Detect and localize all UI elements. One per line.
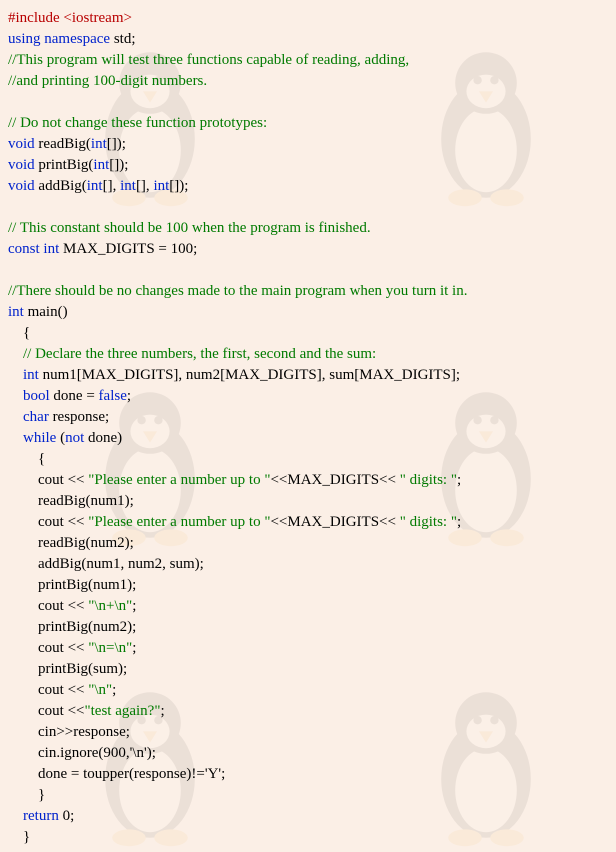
return-rest: 0;: [59, 808, 74, 824]
fn-main: main(): [24, 304, 68, 320]
arr-mid: [],: [136, 178, 154, 194]
string-literal: " digits: ": [400, 472, 457, 488]
string-literal: "test again?": [85, 703, 161, 719]
kw-using: using: [8, 31, 41, 47]
kw-char: char: [23, 409, 49, 425]
cout: cout <<: [38, 472, 88, 488]
arr-mid: [],: [103, 178, 121, 194]
semi: ;: [132, 640, 136, 656]
kw-namespace: namespace: [44, 31, 110, 47]
stmt: readBig(num2);: [38, 535, 134, 551]
string-literal: "\n+\n": [88, 598, 132, 614]
fn-proto: printBig(: [35, 157, 94, 173]
cout: cout <<: [38, 598, 88, 614]
string-literal: "Please enter a number up to ": [88, 514, 270, 530]
paren: (: [56, 430, 65, 446]
std-stmt: std;: [110, 31, 135, 47]
kw-int: int: [93, 157, 109, 173]
stmt: done = toupper(response)!='Y';: [38, 766, 225, 782]
code-block: #include <iostream> using namespace std;…: [8, 8, 608, 848]
stmt: printBig(num2);: [38, 619, 136, 635]
stmt: printBig(sum);: [38, 661, 127, 677]
kw-return: return: [23, 808, 59, 824]
kw-int: int: [153, 178, 169, 194]
cout: cout <<: [38, 640, 88, 656]
arr-close: []);: [107, 136, 126, 152]
cout: cout <<: [38, 514, 88, 530]
stmt: cin.ignore(900,'\n');: [38, 745, 156, 761]
brace-open: {: [23, 325, 30, 341]
kw-const: const: [8, 241, 40, 257]
fn-proto: addBig(: [35, 178, 87, 194]
comment-line: //There should be no changes made to the…: [8, 283, 467, 299]
brace-close: }: [38, 787, 45, 803]
kw-not: not: [65, 430, 84, 446]
while-rest: done): [84, 430, 122, 446]
array-decl: num1[MAX_DIGITS], num2[MAX_DIGITS], sum[…: [39, 367, 460, 383]
stmt: addBig(num1, num2, sum);: [38, 556, 204, 572]
string-literal: " digits: ": [400, 514, 457, 530]
stmt: readBig(num1);: [38, 493, 134, 509]
comment-line: //This program will test three functions…: [8, 52, 409, 68]
kw-int: int: [43, 241, 59, 257]
kw-int: int: [87, 178, 103, 194]
fn-proto: readBig(: [35, 136, 91, 152]
stmt: printBig(num1);: [38, 577, 136, 593]
kw-int: int: [91, 136, 107, 152]
resp-decl: response;: [49, 409, 109, 425]
cout: cout <<: [38, 682, 88, 698]
kw-void: void: [8, 136, 35, 152]
kw-while: while: [23, 430, 56, 446]
concat: <<MAX_DIGITS<<: [270, 472, 399, 488]
concat: <<MAX_DIGITS<<: [270, 514, 399, 530]
kw-bool: bool: [23, 388, 50, 404]
kw-void: void: [8, 178, 35, 194]
kw-int: int: [8, 304, 24, 320]
semi: ;: [457, 472, 461, 488]
const-decl: MAX_DIGITS = 100;: [59, 241, 197, 257]
semi: ;: [127, 388, 131, 404]
string-literal: "\n": [88, 682, 112, 698]
cout: cout <<: [38, 703, 85, 719]
arr-close: []);: [109, 157, 128, 173]
semi: ;: [457, 514, 461, 530]
semi: ;: [160, 703, 164, 719]
brace-open: {: [38, 451, 45, 467]
semi: ;: [112, 682, 116, 698]
kw-void: void: [8, 157, 35, 173]
arr-close: []);: [169, 178, 188, 194]
kw-int: int: [23, 367, 39, 383]
semi: ;: [132, 598, 136, 614]
done-decl: done =: [50, 388, 99, 404]
preproc-line: #include <iostream>: [8, 10, 132, 26]
comment-line: // This constant should be 100 when the …: [8, 220, 371, 236]
comment-line: //and printing 100-digit numbers.: [8, 73, 207, 89]
stmt: cin>>response;: [38, 724, 130, 740]
comment-line: // Declare the three numbers, the first,…: [23, 346, 376, 362]
string-literal: "\n=\n": [88, 640, 132, 656]
kw-false: false: [99, 388, 127, 404]
brace-close: }: [23, 829, 30, 845]
comment-line: // Do not change these function prototyp…: [8, 115, 267, 131]
kw-int: int: [120, 178, 136, 194]
string-literal: "Please enter a number up to ": [88, 472, 270, 488]
